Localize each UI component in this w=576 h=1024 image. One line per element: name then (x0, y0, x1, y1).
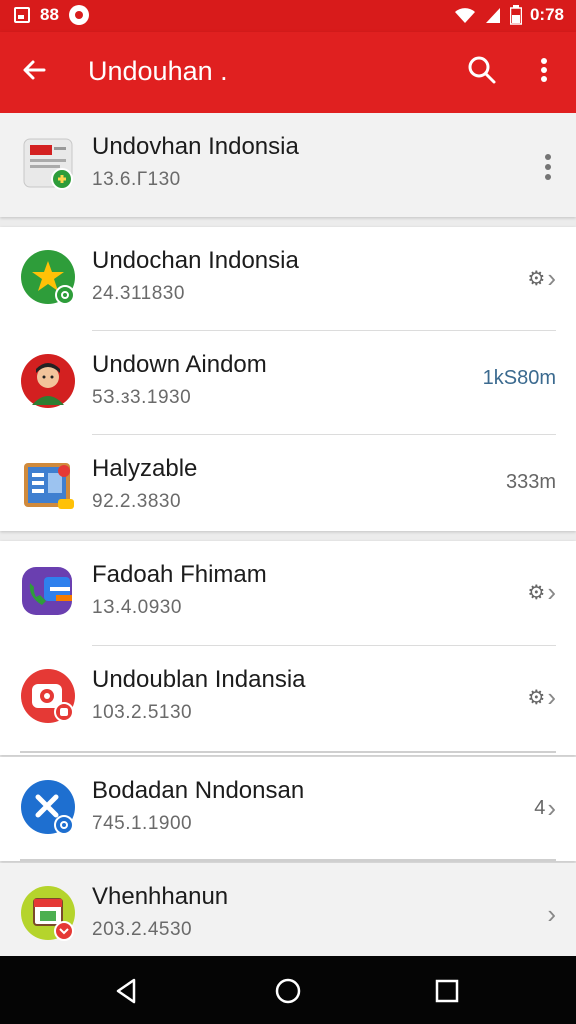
item-action[interactable]: 4 › (534, 793, 556, 824)
item-menu-icon[interactable] (542, 153, 554, 181)
list-card: Fadoah Fhimam 1З.4.0930 ⚙ › Undoublan Ind… (0, 541, 576, 755)
divider (20, 859, 556, 861)
item-name: Undochan Indonsia (92, 247, 299, 274)
camera-app-icon (21, 669, 75, 723)
item-subtitle: 203.2.4530 (92, 919, 193, 940)
item-subtitle: 745.1.1900 (92, 813, 193, 834)
item-subtitle: 103.2.5130 (92, 702, 193, 723)
list-card: Undovhan Indonsia 13.6.Г130 (0, 113, 576, 217)
search-icon[interactable] (466, 54, 498, 86)
divider (20, 751, 556, 753)
list-card: Undochan Indonsia 24.311830 ⚙ › Undown Ai… (0, 227, 576, 531)
back-arrow-icon[interactable] (18, 54, 50, 86)
app-bar: Undouhan . (0, 32, 576, 113)
list-item[interactable]: Undovhan Indonsia 13.6.Г130 (0, 113, 576, 217)
list-item[interactable]: Undoublan Indansia 103.2.5130 ⚙ › (0, 646, 576, 750)
item-action[interactable]: › (547, 899, 556, 930)
nav-home-icon[interactable] (273, 976, 303, 1006)
item-count: 4 (534, 797, 546, 819)
gallery-notification-icon (14, 7, 30, 23)
list-item[interactable]: Undochan Indonsia 24.311830 ⚙ › (0, 227, 576, 331)
chevron-right-icon: › (547, 899, 556, 929)
nav-recents-icon[interactable] (432, 976, 462, 1006)
phone-app-icon (22, 567, 72, 615)
status-time: 0:78 (529, 5, 564, 24)
item-action[interactable]: ⚙ › (527, 263, 556, 294)
downloads-list: Undovhan Indonsia 13.6.Г130 Undochan Ind… (0, 113, 576, 956)
list-item[interactable]: Bodadan Nndonsan 745.1.1900 4 › (0, 757, 576, 861)
status-bar: 88 0:78 (0, 0, 576, 32)
item-action[interactable]: ⚙ › (527, 682, 556, 713)
item-size: 333m (505, 471, 556, 493)
chevron-right-icon: › (547, 577, 556, 607)
status-left-text: 88 (40, 5, 59, 24)
item-name: Vhenhhanun (92, 883, 229, 910)
item-subtitle: 13.6.Г130 (92, 169, 181, 190)
list-card: Vhenhhanun 203.2.4530 › (0, 863, 576, 956)
settings-icon: ⚙ (527, 268, 546, 290)
item-name: Undoublan Indansia (92, 666, 306, 693)
spreadsheet-app-icon (24, 463, 74, 509)
item-subtitle: 92.2.3830 (92, 491, 182, 512)
list-item[interactable]: Fadoah Fhimam 1З.4.0930 ⚙ › (0, 541, 576, 645)
star-app-icon (21, 250, 75, 305)
more-vert-icon[interactable] (532, 54, 556, 86)
battery-icon (509, 5, 522, 25)
record-notification-icon (68, 5, 89, 25)
document-app-icon (23, 138, 73, 190)
wifi-icon (454, 8, 475, 23)
chevron-right-icon: › (547, 793, 556, 823)
item-subtitle: 1З.4.0930 (92, 597, 182, 618)
item-name: Halyzable (92, 455, 198, 482)
calendar-app-icon (21, 886, 75, 941)
nav-back-icon[interactable] (112, 976, 142, 1006)
list-item[interactable]: Undown Aindom 5З.з3.1930 1kЅ80m (0, 331, 576, 435)
item-action[interactable]: ⚙ › (527, 577, 556, 608)
item-size: 1kЅ80m (482, 367, 556, 389)
close-app-icon (21, 780, 75, 835)
page-title: Undouhan . (88, 56, 228, 86)
chevron-right-icon: › (547, 682, 556, 712)
item-name: Fadoah Fhimam (92, 561, 267, 588)
item-subtitle: 5З.з3.1930 (92, 387, 192, 408)
list-item[interactable]: Vhenhhanun 203.2.4530 › (0, 863, 576, 956)
item-name: Undovhan Indonsia (92, 133, 299, 160)
chevron-right-icon: › (547, 263, 556, 293)
settings-icon: ⚙ (527, 582, 546, 604)
signal-icon (485, 8, 500, 23)
item-name: Bodadan Nndonsan (92, 777, 305, 804)
list-card: Bodadan Nndonsan 745.1.1900 4 › (0, 757, 576, 861)
system-nav-bar (0, 956, 576, 1024)
avatar-app-icon (21, 354, 75, 408)
settings-icon: ⚙ (527, 687, 546, 709)
list-item[interactable]: Halyzable 92.2.3830 333m (0, 435, 576, 539)
item-subtitle: 24.311830 (92, 283, 185, 304)
item-name: Undown Aindom (92, 351, 267, 378)
